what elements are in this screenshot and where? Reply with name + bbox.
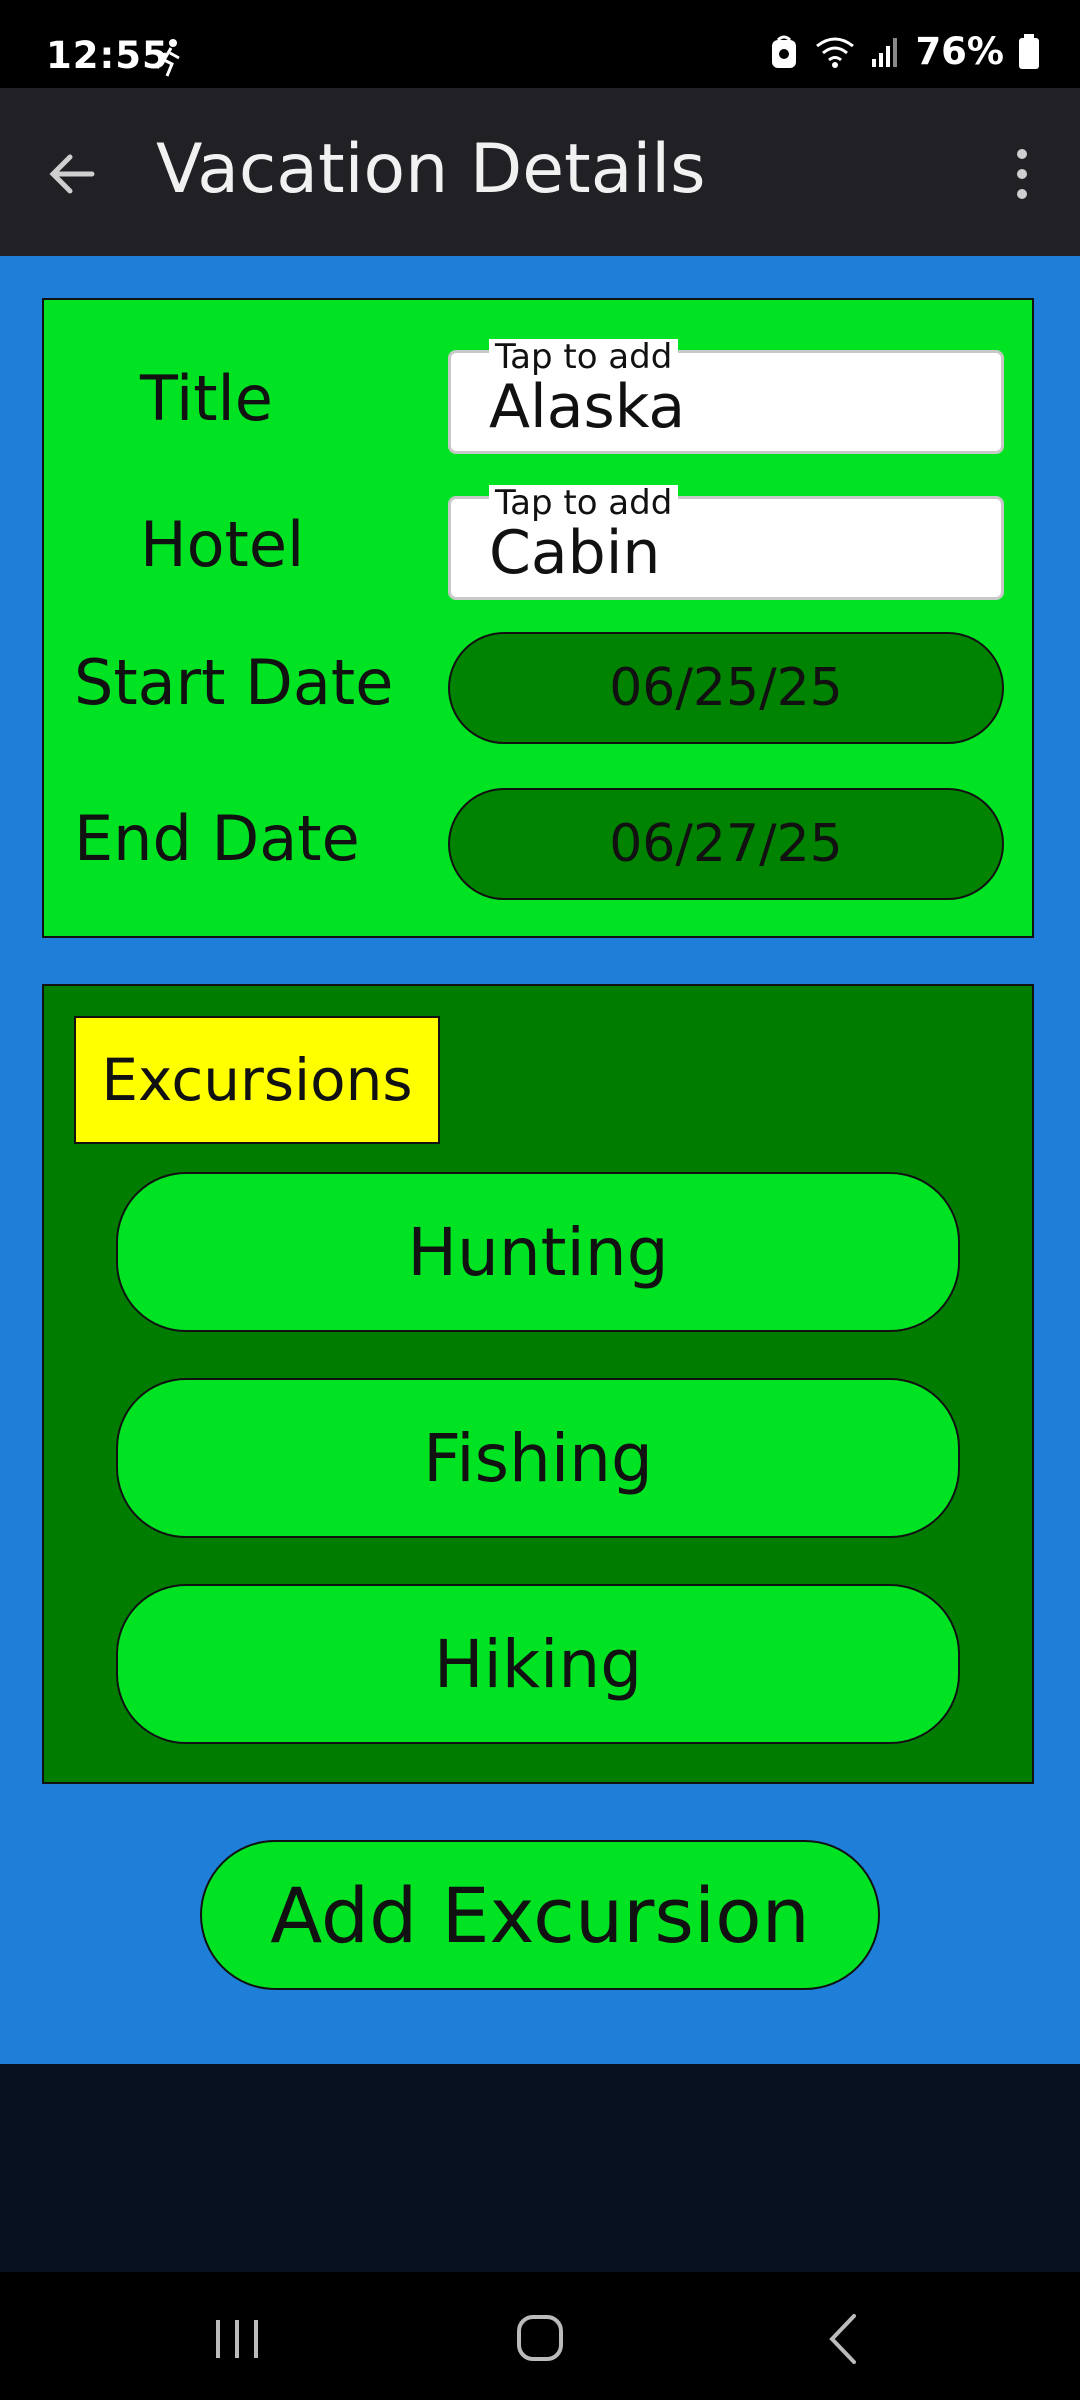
more-vert-icon[interactable] bbox=[1008, 146, 1036, 202]
status-bar: 12:55 76% bbox=[0, 0, 1080, 88]
end-date-button[interactable]: 06/27/25 bbox=[448, 788, 1004, 900]
hotel-value: Cabin bbox=[489, 518, 661, 588]
content-area: Title Tap to add Alaska Hotel Tap to add… bbox=[0, 256, 1080, 2064]
title-label: Title bbox=[140, 362, 273, 435]
page-title: Vacation Details bbox=[156, 130, 706, 209]
arrow-left-icon[interactable] bbox=[38, 144, 108, 204]
chevron-left-icon[interactable] bbox=[826, 2312, 860, 2366]
vacation-details-card: Title Tap to add Alaska Hotel Tap to add… bbox=[42, 298, 1034, 938]
excursion-item-hiking[interactable]: Hiking bbox=[116, 1584, 960, 1744]
signal-icon bbox=[872, 37, 898, 67]
wifi-icon bbox=[816, 37, 855, 68]
excursion-item-hunting[interactable]: Hunting bbox=[116, 1172, 960, 1332]
hotel-field[interactable]: Tap to add Cabin bbox=[448, 485, 1004, 600]
excursions-card: Excursions Hunting Fishing Hiking bbox=[42, 984, 1034, 1784]
excursion-item-fishing[interactable]: Fishing bbox=[116, 1378, 960, 1538]
status-icons: 76% bbox=[769, 30, 1040, 73]
start-date-label: Start Date bbox=[74, 646, 394, 719]
battery-icon bbox=[1019, 33, 1039, 69]
excursions-header: Excursions bbox=[74, 1016, 440, 1144]
app-bar: Vacation Details bbox=[0, 88, 1080, 256]
title-field[interactable]: Tap to add Alaska bbox=[448, 339, 1004, 454]
system-nav-bar bbox=[0, 2272, 1080, 2400]
start-date-button[interactable]: 06/25/25 bbox=[448, 632, 1004, 744]
title-value: Alaska bbox=[489, 372, 686, 442]
add-excursion-button[interactable]: Add Excursion bbox=[200, 1840, 880, 1990]
end-date-label: End Date bbox=[74, 802, 360, 875]
hotel-label: Hotel bbox=[140, 508, 305, 581]
recent-apps-icon[interactable] bbox=[210, 2316, 264, 2362]
status-time: 12:55 bbox=[46, 34, 169, 77]
battery-percent: 76% bbox=[915, 30, 1004, 73]
running-person-icon bbox=[155, 39, 180, 77]
lock-icon bbox=[772, 35, 797, 68]
home-icon[interactable] bbox=[514, 2312, 566, 2364]
